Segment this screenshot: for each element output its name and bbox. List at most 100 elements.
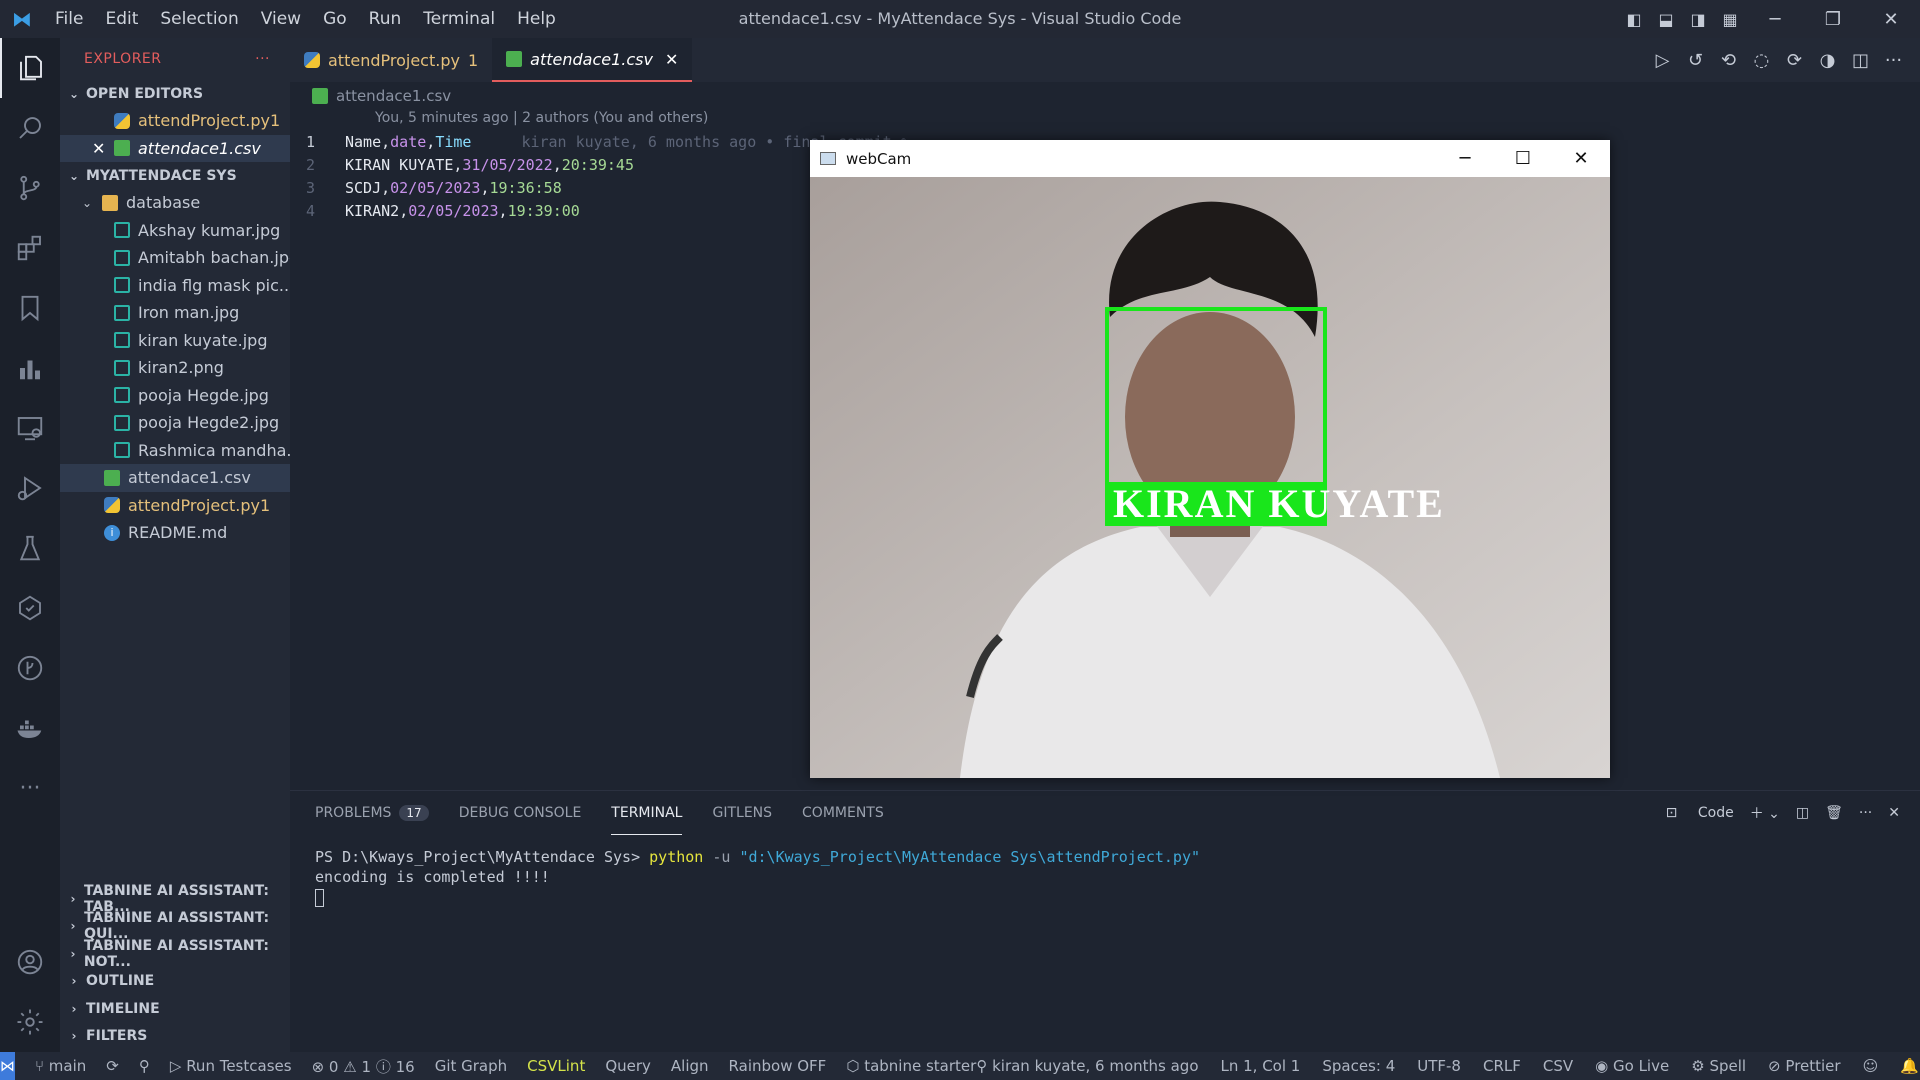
gitlens-inspect-icon[interactable]: ◑ bbox=[1811, 50, 1844, 71]
file-item[interactable]: Akshay kumar.jpg bbox=[60, 217, 290, 245]
section-timeline[interactable]: › TIMELINE bbox=[60, 995, 290, 1023]
tabnine-item[interactable]: ⬡ tabnine starter bbox=[846, 1057, 976, 1075]
file-item[interactable]: kiran2.png bbox=[60, 354, 290, 382]
menu-file[interactable]: File bbox=[44, 9, 94, 29]
menu-help[interactable]: Help bbox=[506, 9, 567, 29]
prettier-item[interactable]: ⊘ Prettier bbox=[1768, 1057, 1841, 1075]
accounts-icon[interactable] bbox=[0, 932, 60, 992]
toggle-panel-icon[interactable]: ⬓ bbox=[1650, 10, 1682, 29]
split-terminal-icon[interactable]: ◫ bbox=[1796, 805, 1809, 821]
csvlint-item[interactable]: CSVLint bbox=[527, 1057, 585, 1075]
menu-go[interactable]: Go bbox=[312, 9, 358, 29]
file-item[interactable]: pooja Hegde2.jpg bbox=[60, 409, 290, 437]
bookmark-icon[interactable] bbox=[0, 278, 60, 338]
trash-icon[interactable]: 🗑 bbox=[1825, 805, 1843, 821]
cursor-position[interactable]: Ln 1, Col 1 bbox=[1221, 1057, 1301, 1075]
timeline-icon[interactable]: ↺ bbox=[1679, 50, 1712, 71]
file-item[interactable]: Iron man.jpg bbox=[60, 299, 290, 327]
indentation[interactable]: Spaces: 4 bbox=[1322, 1057, 1395, 1075]
menu-view[interactable]: View bbox=[250, 9, 312, 29]
end-of-line[interactable]: CRLF bbox=[1483, 1057, 1521, 1075]
webcam-window[interactable]: webCam ─ ☐ ✕ KIRAN KUYATE bbox=[810, 140, 1610, 778]
maximize-button[interactable]: ☐ bbox=[1494, 140, 1552, 177]
terminal-output[interactable]: PS D:\Kways_Project\MyAttendace Sys> pyt… bbox=[290, 835, 1920, 919]
breadcrumb-file[interactable]: attendace1.csv bbox=[336, 87, 451, 105]
more-actions-icon[interactable]: ··· bbox=[1859, 805, 1872, 821]
new-terminal-icon[interactable]: ＋ ⌄ bbox=[1750, 803, 1780, 823]
sync-icon[interactable]: ⟳ bbox=[106, 1057, 119, 1075]
gitlens-icon[interactable] bbox=[0, 638, 60, 698]
next-change-icon[interactable]: ⟳ bbox=[1778, 50, 1811, 71]
branch-item[interactable]: ⑂ main bbox=[35, 1057, 86, 1075]
explorer-icon[interactable] bbox=[0, 38, 60, 98]
compare-previous-icon[interactable]: ⟲ bbox=[1712, 50, 1745, 71]
notifications-bell-icon[interactable]: 🔔 bbox=[1900, 1057, 1919, 1075]
tab-problems[interactable]: PROBLEMS 17 bbox=[315, 791, 429, 835]
close-tab-icon[interactable]: ✕ bbox=[665, 50, 678, 69]
feedback-icon[interactable]: ☺ bbox=[1863, 1057, 1879, 1075]
explorer-more-icon[interactable]: ··· bbox=[255, 51, 270, 67]
close-button[interactable]: ✕ bbox=[1552, 140, 1610, 177]
run-testcases-item[interactable]: ▷ Run Testcases bbox=[170, 1057, 292, 1075]
remote-explorer-icon[interactable] bbox=[0, 398, 60, 458]
terminal-instance[interactable]: ⊡ Code bbox=[1650, 805, 1734, 821]
menu-terminal[interactable]: Terminal bbox=[412, 9, 506, 29]
align-item[interactable]: Align bbox=[671, 1057, 709, 1075]
extensions-icon[interactable] bbox=[0, 218, 60, 278]
tabnine-icon[interactable] bbox=[0, 578, 60, 638]
more-actions-icon[interactable]: ··· bbox=[1877, 50, 1910, 71]
section-outline[interactable]: › OUTLINE bbox=[60, 968, 290, 996]
remote-indicator-icon[interactable]: ⋈ bbox=[0, 1052, 15, 1080]
customize-layout-icon[interactable]: ▦ bbox=[1714, 10, 1746, 29]
encoding[interactable]: UTF-8 bbox=[1417, 1057, 1461, 1075]
menu-run[interactable]: Run bbox=[358, 9, 413, 29]
tab-debug-console[interactable]: DEBUG CONSOLE bbox=[459, 791, 582, 835]
tab-gitlens[interactable]: GITLENS bbox=[712, 791, 772, 835]
run-icon[interactable]: ▷ bbox=[1646, 50, 1679, 71]
charts-icon[interactable] bbox=[0, 338, 60, 398]
git-compare-icon[interactable]: ⚲ bbox=[139, 1057, 150, 1075]
source-control-icon[interactable] bbox=[0, 158, 60, 218]
close-button[interactable]: ✕ bbox=[1862, 9, 1920, 30]
codelens-blame[interactable]: You, 5 minutes ago | 2 authors (You and … bbox=[375, 110, 708, 126]
open-editor-item[interactable]: ✕ attendace1.csv bbox=[60, 134, 290, 162]
toggle-primary-sidebar-icon[interactable]: ◧ bbox=[1618, 10, 1650, 29]
file-item[interactable]: india flg mask pic.... bbox=[60, 272, 290, 300]
minimize-button[interactable]: ─ bbox=[1746, 9, 1804, 30]
search-icon[interactable] bbox=[0, 98, 60, 158]
section-tabnine-tab[interactable]: › TABNINE AI ASSISTANT: TAB... bbox=[60, 883, 290, 915]
open-changes-icon[interactable]: ◌ bbox=[1745, 50, 1778, 71]
toggle-secondary-sidebar-icon[interactable]: ◨ bbox=[1682, 10, 1714, 29]
spell-item[interactable]: ⚙ Spell bbox=[1691, 1057, 1746, 1075]
restore-button[interactable]: ❐ bbox=[1804, 9, 1862, 30]
query-item[interactable]: Query bbox=[605, 1057, 651, 1075]
section-tabnine-quick[interactable]: › TABNINE AI ASSISTANT: QUI... bbox=[60, 910, 290, 942]
tab-comments[interactable]: COMMENTS bbox=[802, 791, 884, 835]
file-item[interactable]: kiran kuyate.jpg bbox=[60, 327, 290, 355]
open-editors-section[interactable]: ⌄ OPEN EDITORS bbox=[60, 80, 290, 107]
problems-item[interactable]: ⊗ 0 ⚠ 1 ⓘ 16 bbox=[312, 1056, 415, 1077]
file-item[interactable]: attendace1.csv bbox=[60, 464, 290, 492]
docker-icon[interactable] bbox=[0, 698, 60, 758]
close-icon[interactable]: ✕ bbox=[92, 139, 106, 158]
file-item[interactable]: i README.md bbox=[60, 519, 290, 547]
run-debug-icon[interactable] bbox=[0, 458, 60, 518]
file-item[interactable]: pooja Hegde.jpg bbox=[60, 382, 290, 410]
section-tabnine-notifications[interactable]: › TABNINE AI ASSISTANT: NOT... bbox=[60, 938, 290, 970]
menu-edit[interactable]: Edit bbox=[94, 9, 149, 29]
tab-attendace1-csv[interactable]: attendace1.csv ✕ bbox=[492, 38, 693, 82]
close-panel-icon[interactable]: ✕ bbox=[1888, 805, 1900, 821]
section-filters[interactable]: › FILTERS bbox=[60, 1023, 290, 1051]
language-mode[interactable]: CSV bbox=[1543, 1057, 1573, 1075]
tab-attendproject[interactable]: attendProject.py 1 bbox=[290, 38, 492, 82]
manage-gear-icon[interactable] bbox=[0, 992, 60, 1052]
go-live-item[interactable]: ◉ Go Live bbox=[1595, 1057, 1669, 1075]
more-views-icon[interactable]: ··· bbox=[0, 758, 60, 818]
rainbow-item[interactable]: Rainbow OFF bbox=[729, 1057, 827, 1075]
split-editor-icon[interactable]: ◫ bbox=[1844, 50, 1877, 71]
folder-database[interactable]: ⌄ database bbox=[60, 189, 290, 217]
project-section[interactable]: ⌄ MYATTENDACE SYS bbox=[60, 162, 290, 189]
menu-selection[interactable]: Selection bbox=[149, 9, 249, 29]
minimize-button[interactable]: ─ bbox=[1436, 140, 1494, 177]
blame-item[interactable]: ⚲ kiran kuyate, 6 months ago bbox=[976, 1057, 1198, 1075]
